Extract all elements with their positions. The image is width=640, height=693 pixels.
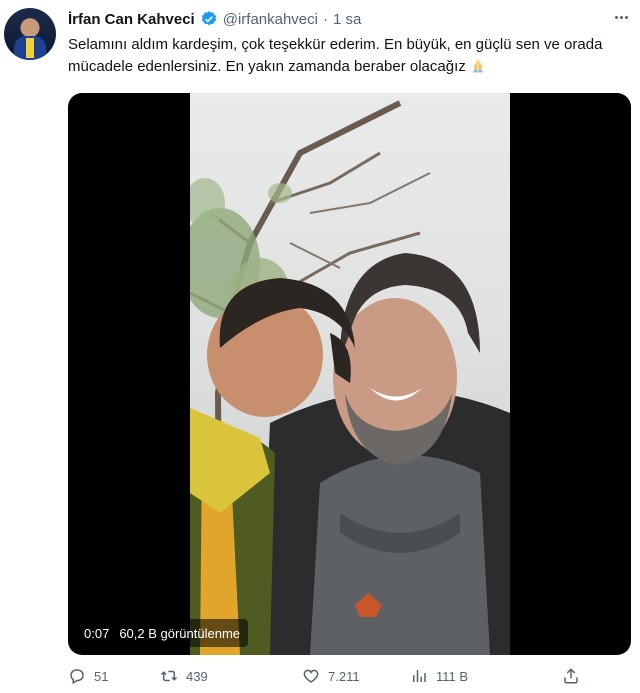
video-overlay: 0:07 60,2 B görüntülenme xyxy=(76,619,249,647)
like-count: 7.211 xyxy=(328,668,360,684)
video-elapsed-time: 0:07 xyxy=(84,625,110,641)
separator-dot: · xyxy=(323,10,328,28)
avatar-jersey-stripe xyxy=(26,38,34,58)
tweet-timestamp[interactable]: 1 sa xyxy=(333,11,361,28)
reply-button[interactable]: 51 xyxy=(68,667,160,685)
tweet-text: Selamını aldım kardeşim, çok teşekkür ed… xyxy=(68,34,633,78)
repost-button[interactable]: 439 xyxy=(160,667,302,685)
reply-count: 51 xyxy=(94,668,109,684)
author-avatar[interactable] xyxy=(4,8,56,60)
repost-icon xyxy=(160,670,178,682)
tweet-text-body: Selamını aldım kardeşim, çok teşekkür ed… xyxy=(68,36,603,75)
more-dot xyxy=(614,15,618,19)
repost-count: 439 xyxy=(186,668,208,684)
views-button[interactable]: 111 B xyxy=(410,667,562,685)
share-icon xyxy=(564,668,578,684)
more-dot xyxy=(619,15,623,19)
video-view-count: 60,2 B görüntülenme xyxy=(119,625,241,641)
share-button[interactable] xyxy=(562,667,582,685)
reply-icon xyxy=(70,669,84,685)
views-icon xyxy=(413,670,426,682)
action-bar: 51 439 7.211 111 B xyxy=(68,664,631,688)
video-player[interactable]: 0:07 60,2 B görüntülenme xyxy=(68,93,631,655)
folded-hands-emoji xyxy=(473,59,483,73)
author-name[interactable]: İrfan Can Kahveci xyxy=(68,11,195,28)
video-frame xyxy=(190,93,510,655)
video-thumbnail xyxy=(190,100,510,655)
verified-badge-icon xyxy=(201,11,216,26)
author-handle[interactable]: @irfankahveci xyxy=(223,11,318,28)
tweet-header: İrfan Can Kahveci @irfankahveci · 1 sa xyxy=(68,8,361,30)
more-icon[interactable] xyxy=(610,6,632,28)
like-icon xyxy=(303,669,319,683)
views-count: 111 B xyxy=(436,668,469,684)
more-dot xyxy=(624,15,628,19)
like-button[interactable]: 7.211 xyxy=(302,667,410,685)
